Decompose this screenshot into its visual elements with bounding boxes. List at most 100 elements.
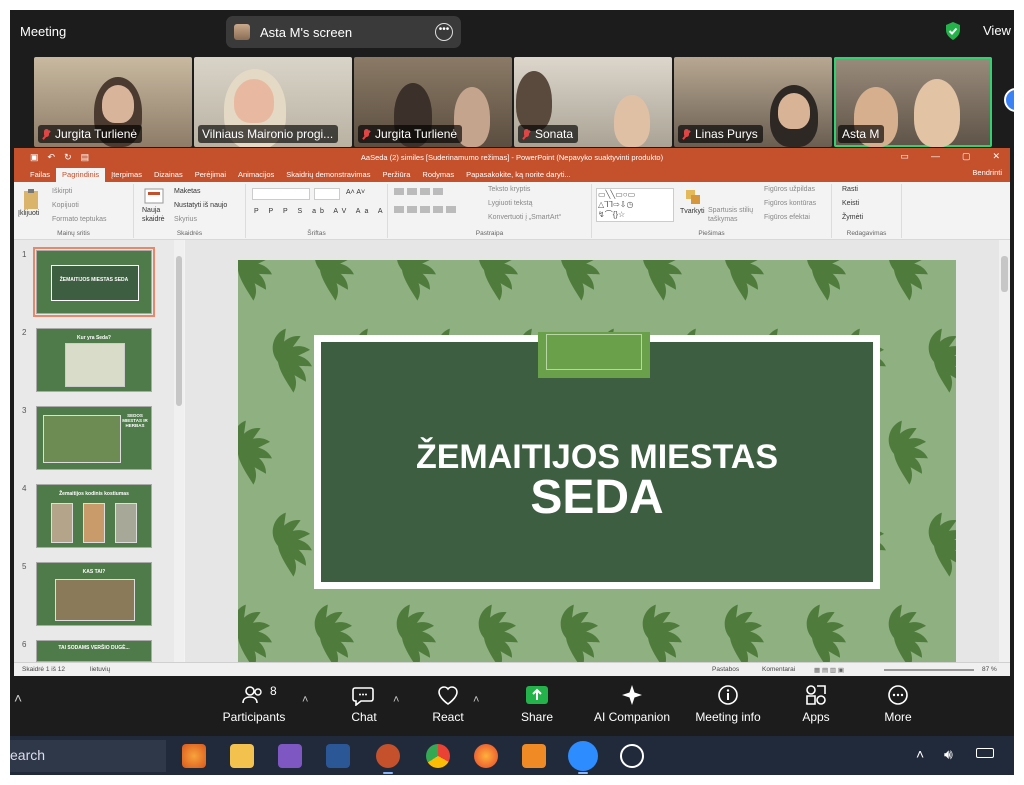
ai-companion-button[interactable]: AI Companion <box>586 684 678 724</box>
gdocs-icon[interactable] <box>522 744 546 768</box>
participants-button[interactable]: Participants <box>214 684 294 724</box>
new-slide-button[interactable]: Nauja skaidrė <box>142 206 168 224</box>
chrome-icon[interactable] <box>426 744 450 768</box>
minimize-icon[interactable]: — <box>931 151 940 162</box>
chevron-up-icon[interactable]: ˄ <box>473 694 479 706</box>
editor-scrollbar[interactable] <box>999 240 1010 662</box>
replace-button[interactable]: Keisti <box>842 200 859 207</box>
tab-view[interactable]: Rodymas <box>416 168 460 182</box>
tab-transitions[interactable]: Perėjimai <box>189 168 232 182</box>
chevron-up-icon[interactable]: ˄ <box>393 694 399 706</box>
shape-outline-button[interactable]: Figūros kontūras <box>764 200 816 207</box>
shield-icon[interactable] <box>944 21 962 41</box>
language-indicator[interactable]: lietuvių <box>90 666 110 673</box>
start-slideshow-icon[interactable]: ▤ <box>81 152 90 163</box>
tab-insert[interactable]: Įterpimas <box>105 168 148 182</box>
format-painter-button[interactable]: Formato teptukas <box>52 216 106 223</box>
chevron-up-icon[interactable]: ˄ <box>14 690 22 706</box>
zoom-app-icon[interactable] <box>568 741 598 771</box>
share-button[interactable]: Bendrinti <box>972 168 1002 177</box>
tab-home[interactable]: Pagrindinis <box>56 168 106 182</box>
shape-fill-button[interactable]: Figūros užpildas <box>764 186 815 193</box>
close-icon[interactable]: ✕ <box>992 151 1000 162</box>
view-buttons[interactable]: ▦ ▤ ▥ ▣ <box>814 666 844 674</box>
new-slide-icon[interactable] <box>144 188 164 204</box>
zoom-level[interactable]: 87 % <box>982 666 997 673</box>
paste-icon[interactable] <box>22 188 40 210</box>
grow-font-icon[interactable]: A˄ A˅ <box>346 189 365 196</box>
participant-tile[interactable]: Sonata <box>514 57 672 147</box>
ribbon-options-icon[interactable]: ▭ <box>900 151 909 162</box>
tab-animations[interactable]: Animacijos <box>232 168 280 182</box>
powerpoint-icon[interactable] <box>376 744 400 768</box>
smartart-button[interactable]: Konvertuoti į „SmartArt“ <box>488 214 561 221</box>
chevron-up-icon[interactable]: ˄ <box>302 694 308 706</box>
font-name-select[interactable] <box>252 188 310 200</box>
font-size-select[interactable] <box>314 188 340 200</box>
slide-thumbnail[interactable]: ŽEMAITIJOS MIESTAS SEDA <box>33 247 155 317</box>
text-direction-button[interactable]: Teksto kryptis <box>488 186 530 193</box>
chat-button[interactable]: Chat <box>324 684 404 724</box>
tell-me-search[interactable]: Papasakokite, ką norite daryti... <box>460 168 577 182</box>
firefox-icon[interactable] <box>474 744 498 768</box>
select-button[interactable]: Žymėti <box>842 214 863 221</box>
thumbnails-scrollbar[interactable] <box>174 240 184 662</box>
view-button[interactable]: View <box>983 23 1011 38</box>
slide-thumbnail[interactable]: SEDOS MIESTAS IR HERBAS <box>36 406 152 470</box>
chevron-up-icon[interactable]: ˄ <box>916 746 924 762</box>
arrange-icon[interactable] <box>684 188 702 206</box>
meeting-info-button[interactable]: Meeting info <box>688 684 768 724</box>
quick-styles-button[interactable]: Spartusis stilių taškymas <box>708 206 758 224</box>
fl-studio-icon[interactable] <box>182 744 206 768</box>
visual-studio-icon[interactable] <box>278 744 302 768</box>
speaker-icon[interactable]: 🔊︎ <box>944 746 953 763</box>
maximize-icon[interactable]: ▢ <box>962 151 971 162</box>
apps-button[interactable]: Apps <box>776 684 856 724</box>
section-button[interactable]: Skyrius <box>174 216 197 223</box>
font-format-buttons[interactable]: P P P S ab AV Aa A <box>254 208 387 215</box>
layout-button[interactable]: Maketas <box>174 188 200 195</box>
align-text-button[interactable]: Lygiuoti tekstą <box>488 200 533 207</box>
copy-button[interactable]: Kopijuoti <box>52 202 79 209</box>
shapes-gallery[interactable]: ▭╲╲▭○▭ △⅂⅂⇨⇩◷ ↯⌒{}☆ <box>596 188 674 222</box>
slide-thumbnail[interactable]: Kur yra Seda? <box>36 328 152 392</box>
slide-thumbnail[interactable]: TAI SODAMS VERŠIO DUGÈ... <box>36 640 152 662</box>
participant-tile[interactable]: Jurgita Turlienė <box>34 57 192 147</box>
find-button[interactable]: Rasti <box>842 186 858 193</box>
word-icon[interactable] <box>326 744 350 768</box>
arrange-button[interactable]: Tvarkyti <box>680 208 705 215</box>
participant-tile-active-speaker[interactable]: Asta M <box>834 57 992 147</box>
participant-tile[interactable]: Vilniaus Maironio progi... <box>194 57 352 147</box>
current-slide[interactable]: ŽEMAITIJOS MIESTAS SEDA <box>238 260 956 664</box>
side-panel-toggle[interactable] <box>1004 88 1014 112</box>
paste-button[interactable]: Įklijuoti <box>18 210 39 217</box>
file-explorer-icon[interactable] <box>230 744 254 768</box>
participant-tile[interactable]: Jurgita Turlienė <box>354 57 512 147</box>
taskbar-search[interactable]: earch <box>10 740 166 772</box>
redo-icon[interactable]: ↻ <box>64 152 72 163</box>
comments-button[interactable]: Komentarai <box>762 666 795 673</box>
tab-review[interactable]: Peržiūra <box>376 168 416 182</box>
tab-file[interactable]: Failas <box>24 168 56 182</box>
participant-tile[interactable]: Linas Purys <box>674 57 832 147</box>
battery-icon[interactable] <box>976 748 994 758</box>
save-icon[interactable]: ▣ <box>30 152 39 163</box>
cut-button[interactable]: Iškirpti <box>52 188 72 195</box>
zoom-slider[interactable] <box>884 669 974 671</box>
media-player-icon[interactable] <box>620 744 644 768</box>
bullets-icon[interactable] <box>394 188 446 195</box>
slide-thumbnail[interactable]: Žemaitijos kodinis kostiumas <box>36 484 152 548</box>
notes-button[interactable]: Pastabos <box>712 666 739 673</box>
screen-share-indicator[interactable]: Asta M's screen ••• <box>226 16 461 48</box>
align-icons[interactable] <box>394 206 459 213</box>
tab-design[interactable]: Dizainas <box>148 168 189 182</box>
share-screen-button[interactable]: Share <box>497 684 577 724</box>
slide-thumbnail[interactable]: KAS TAI? <box>36 562 152 626</box>
slide-subtitle[interactable]: SEDA <box>321 470 873 525</box>
undo-icon[interactable]: ↶ <box>48 152 56 163</box>
tab-slideshow[interactable]: Skaidrių demonstravimas <box>280 168 376 182</box>
shape-effects-button[interactable]: Figūros efektai <box>764 214 810 221</box>
reset-button[interactable]: Nustatyti iš naujo <box>174 202 227 209</box>
more-button[interactable]: More <box>858 684 938 724</box>
share-options-icon[interactable]: ••• <box>435 23 453 41</box>
